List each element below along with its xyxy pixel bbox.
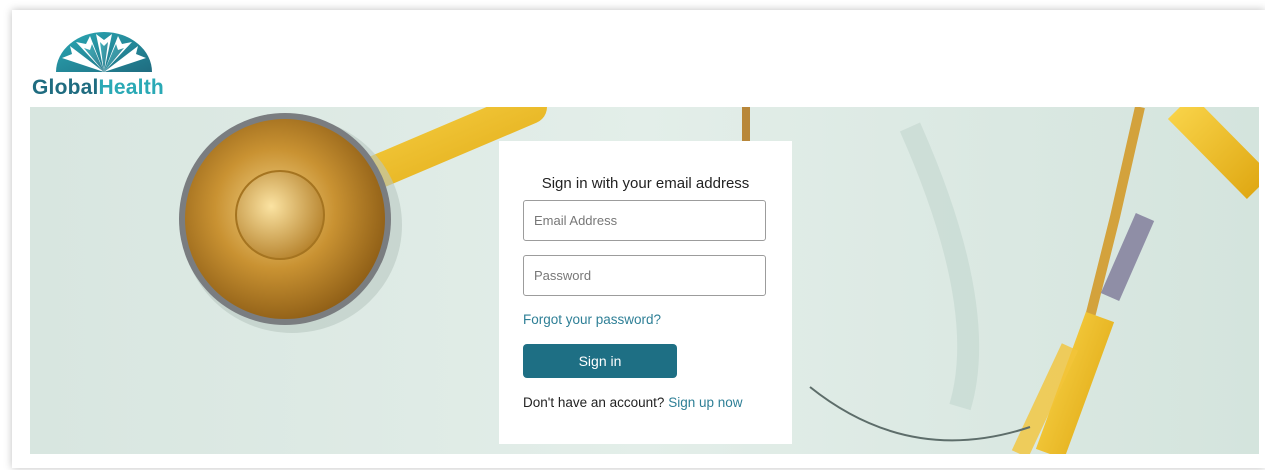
site-header: GlobalHealth — [12, 10, 1265, 107]
signin-title: Sign in with your email address — [541, 175, 750, 192]
password-input[interactable] — [523, 255, 766, 296]
brand-name-part1: Global — [32, 76, 99, 99]
sunburst-logo-icon — [56, 32, 152, 72]
brand-logo[interactable]: GlobalHealth — [32, 28, 182, 102]
no-account-text: Don't have an account? — [523, 395, 665, 410]
email-input[interactable] — [523, 200, 766, 241]
forgot-password-link[interactable]: Forgot your password? — [523, 312, 661, 327]
signup-row: Don't have an account? Sign up now — [523, 395, 743, 410]
brand-name: GlobalHealth — [32, 76, 164, 100]
sign-up-link[interactable]: Sign up now — [668, 395, 742, 410]
sign-in-button[interactable]: Sign in — [523, 344, 677, 378]
brand-name-part2: Health — [98, 76, 164, 99]
signin-card: Sign in with your email address Forgot y… — [499, 141, 792, 444]
